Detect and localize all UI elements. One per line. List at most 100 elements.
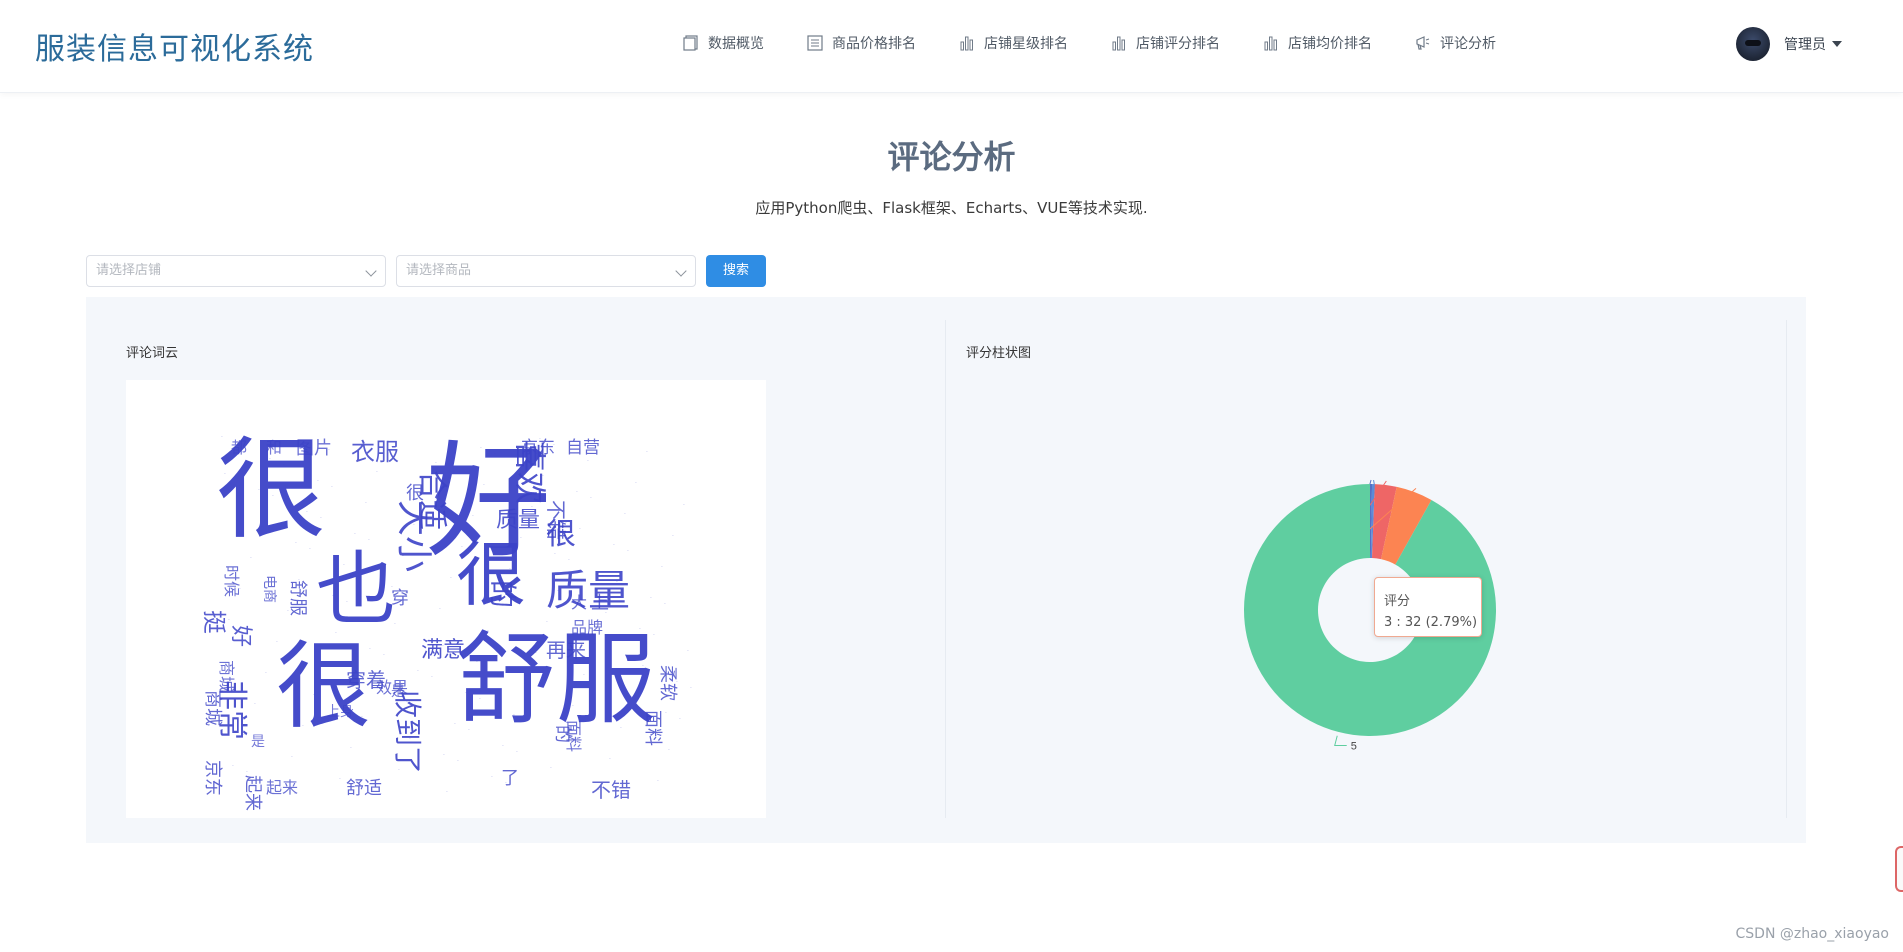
user-menu[interactable]: 管理员 [1736,27,1842,61]
wordcloud-filler: · [631,694,633,701]
wordcloud-filler: · [339,776,341,783]
product-select[interactable]: 请选择商品 [396,255,696,287]
wordcloud-filler: · [664,601,666,608]
comment-wordcloud: 好很舒服很也很质量 大小 合适 喜欢很的非常 收到了 满意 质量 衣服 京东 自营 不错 再来挺好穿着… [126,380,766,818]
nav-item-comment-analysis[interactable]: 评论分析 [1414,31,1496,55]
wordcloud-filler: · [254,701,256,708]
wordcloud-filler: · [468,727,470,734]
wordcloud-filler: · [476,659,478,666]
wordcloud-filler: · [320,515,322,522]
wordcloud-filler: · [509,566,511,573]
wordcloud-filler: · [516,749,518,756]
wordcloud-filler: · [380,615,382,622]
rating-pie-chart[interactable]: 12345 [1160,440,1580,780]
wordcloud-word: 京东 [202,760,223,796]
tooltip-value: 3 : 32 (2.79%) [1384,615,1478,630]
wordcloud-filler: · [479,696,481,703]
wordcloud-filler: · [583,672,585,679]
wordcloud-filler: · [653,632,655,639]
watermark: CSDN @zhao_xiaoyao [1735,926,1889,942]
wordcloud-filler: · [639,626,641,633]
wordcloud-label: 评论词云 [126,346,179,361]
wordcloud-filler: · [676,679,678,686]
wordcloud-filler: · [568,557,570,564]
wordcloud-word: 图片 [296,438,332,459]
search-button[interactable]: 搜索 [706,255,766,287]
app-title[interactable]: 服装信息可视化系统 [35,24,314,68]
wordcloud-filler: · [265,670,267,677]
side-drawer-tab[interactable] [1895,846,1903,892]
nav-item-score-ranking[interactable]: 店铺评分排名 [1110,31,1220,55]
shop-select[interactable]: 请选择店铺 [86,255,386,287]
wordcloud-filler: · [243,732,245,739]
wordcloud-filler: · [332,593,334,600]
document-icon [682,34,700,52]
wordcloud-filler: · [346,599,348,606]
wordcloud-word: 不错 [591,778,631,802]
wordcloud-filler: · [587,458,589,465]
wordcloud-filler: · [257,738,259,745]
wordcloud-filler: · [465,690,467,697]
nav-item-label: 店铺均价排名 [1288,36,1372,52]
caret-down-icon[interactable] [1832,41,1842,47]
wordcloud-filler: · [294,791,296,798]
wordcloud-filler: · [642,663,644,670]
wordcloud-filler: · [376,469,378,476]
wordcloud-filler: · [335,630,337,637]
wordcloud-filler: · [480,445,482,452]
wordcloud-filler: · [542,473,544,480]
wordcloud-filler: · [690,685,692,692]
avatar[interactable] [1736,27,1770,61]
top-navigation-bar: 服装信息可视化系统 数据概览 商品价格排名 店铺星级排名 店铺评分排名 店铺均价… [0,0,1903,93]
wordcloud-filler: · [313,692,315,699]
wordcloud-filler: · [550,765,552,772]
page-title: 评论分析 [887,138,1016,176]
wordcloud-filler: · [487,628,489,635]
wordcloud-filler: · [446,789,448,796]
wordcloud-filler: · [443,752,445,759]
pie-chart-svg: 12345 [1244,479,1496,752]
wordcloud-word: 时候 [222,565,241,598]
wordcloud-filler: · [450,575,452,582]
wordcloud-filler: · [413,522,415,529]
wordcloud-filler: · [357,568,359,575]
wordcloud-filler: · [298,577,300,584]
bar-chart-icon [1262,34,1280,52]
wordcloud-filler: · [269,456,271,463]
wordcloud-filler: · [594,641,596,648]
wordcloud-word: 上身 [326,704,354,720]
chart-label: 评分柱状图 [966,346,1032,361]
user-name[interactable]: 管理员 [1784,34,1826,54]
wordcloud-filler: · [602,573,604,580]
wordcloud-filler: · [383,652,385,659]
product-select-placeholder: 请选择商品 [406,263,472,278]
wordcloud-filler: · [343,562,345,569]
nav-item-data-overview[interactable]: 数据概览 [682,31,764,55]
wordcloud-word: 好 [228,625,253,648]
wordcloud-filler: · [668,747,670,754]
wordcloud-filler: · [391,584,393,591]
wordcloud-word: 起来 [242,775,263,811]
nav-item-price-ranking[interactable]: 商品价格排名 [806,31,916,55]
wordcloud-filler: · [235,440,237,447]
bar-chart-icon [1110,34,1128,52]
wordcloud-word: 面料 [564,720,583,753]
nav-item-avg-price-ranking[interactable]: 店铺均价排名 [1262,31,1372,55]
wordcloud-filler: · [454,721,456,728]
wordcloud-filler: · [239,586,241,593]
wordcloud-filler: · [221,434,223,441]
wordcloud-filler: · [491,774,493,781]
wordcloud-word: 舒适 [346,778,382,799]
wordcloud-filler: · [228,617,230,624]
wordcloud-filler: · [261,524,263,531]
wordcloud-filler: · [309,546,311,553]
wordcloud-filler: · [409,736,411,743]
chevron-down-icon [675,265,687,277]
wordcloud-word: 自营 [566,438,600,458]
wordcloud-filler: · [461,544,463,551]
wordcloud-filler: · [280,785,282,792]
wordcloud-word: 是 [391,684,405,700]
wordcloud-filler: · [424,491,426,498]
nav-item-star-ranking[interactable]: 店铺星级排名 [958,31,1068,55]
wordcloud-filler: · [368,537,370,544]
